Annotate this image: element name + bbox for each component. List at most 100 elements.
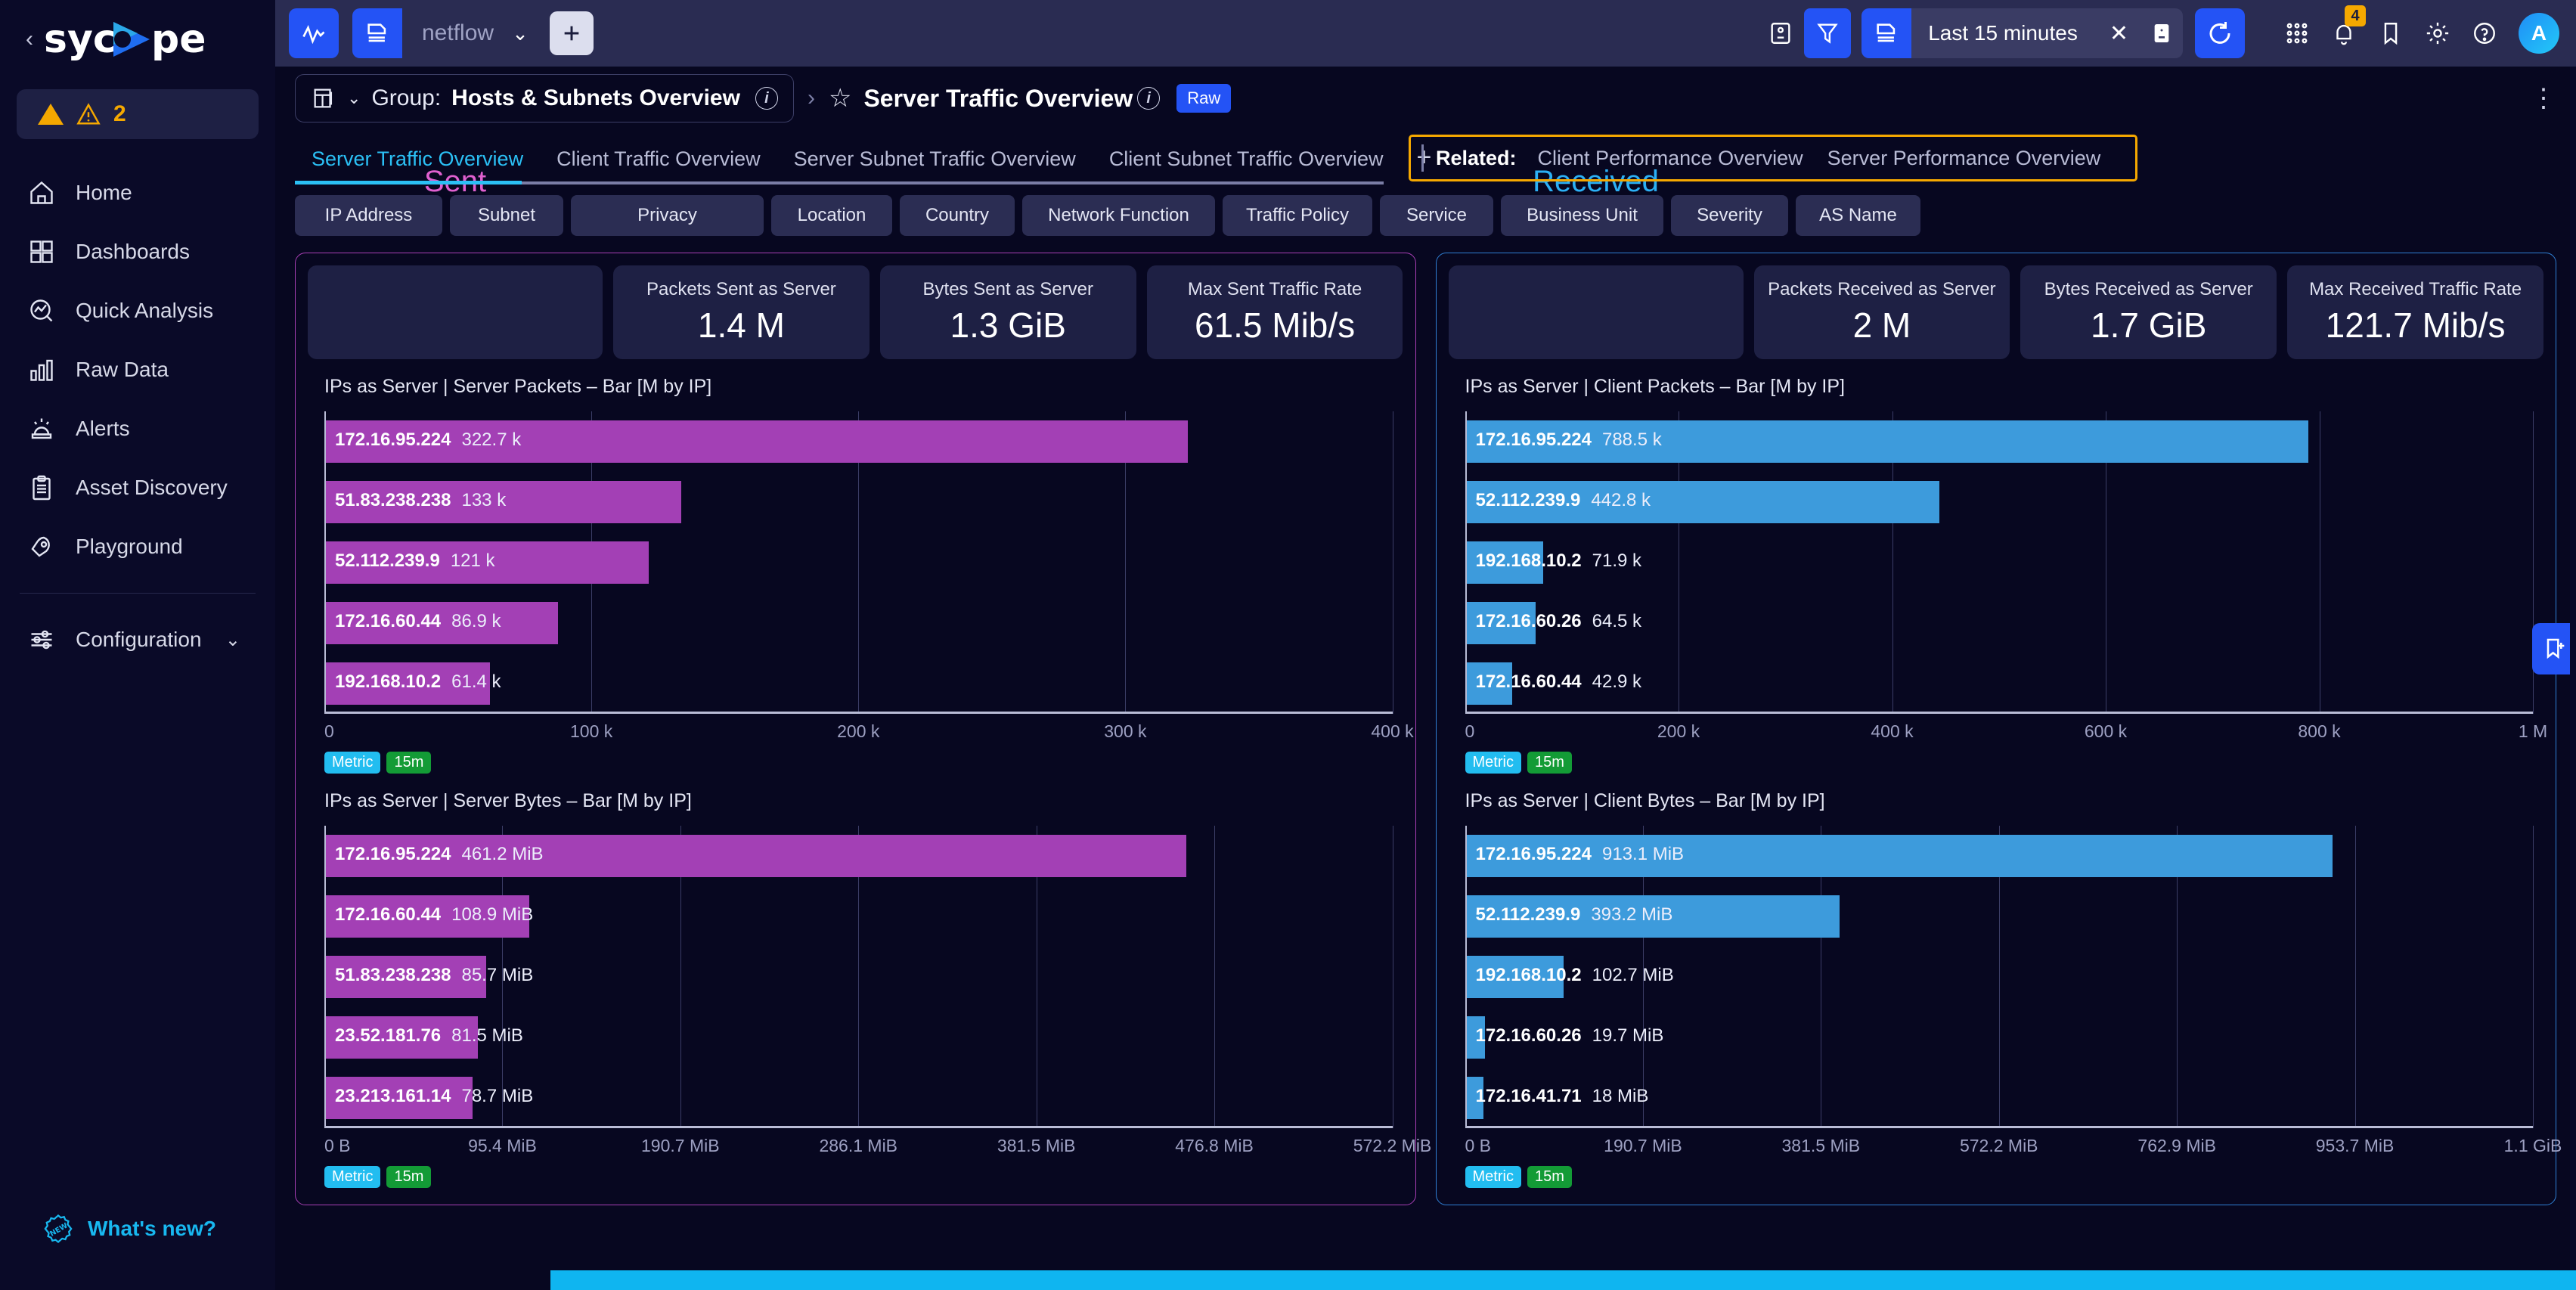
sidebar-item-playground[interactable]: Playground bbox=[0, 517, 275, 576]
chip-traffic-policy[interactable]: Traffic Policy bbox=[1223, 195, 1372, 236]
related-link-server-performance-overview[interactable]: Server Performance Overview bbox=[1827, 147, 2101, 170]
chevron-down-icon[interactable]: ⌄ bbox=[512, 22, 545, 45]
add-source-button[interactable] bbox=[549, 11, 594, 55]
chart-x-tick: 1.1 GiB bbox=[2503, 1136, 2562, 1155]
badge-interval[interactable]: 15m bbox=[1527, 752, 1572, 774]
kpi-direction-received[interactable]: Received bbox=[1448, 165, 1744, 359]
chip-ip-address[interactable]: IP Address bbox=[295, 195, 442, 236]
kpi-direction-sent[interactable]: Sent bbox=[308, 165, 603, 359]
chart-x-tick: 476.8 MiB bbox=[1175, 1136, 1254, 1155]
kpi-packets-sent-as-server[interactable]: Packets Sent as Server 1.4 M bbox=[613, 265, 870, 359]
plus-icon bbox=[564, 26, 579, 41]
data-source-selector[interactable]: netflow ⌄ bbox=[352, 8, 545, 58]
chip-location[interactable]: Location bbox=[771, 195, 892, 236]
sidebar-item-configuration[interactable]: Configuration ⌄ bbox=[0, 610, 275, 669]
kpi-max-received-traffic-rate[interactable]: Max Received Traffic Rate 121.7 Mib/s bbox=[2287, 265, 2543, 359]
chart-bar-category: 172.16.95.224 bbox=[335, 844, 451, 864]
filter-button[interactable] bbox=[1804, 8, 1852, 58]
chart-x-tick: 190.7 MiB bbox=[641, 1136, 720, 1155]
chart-bar-category: 172.16.60.44 bbox=[1475, 671, 1582, 692]
chart-x-axis-line bbox=[1465, 712, 2533, 714]
kpi-bytes-sent-as-server[interactable]: Bytes Sent as Server 1.3 GiB bbox=[879, 265, 1136, 359]
kpi-bytes-received-as-server[interactable]: Bytes Received as Server 1.7 GiB bbox=[2020, 265, 2277, 359]
dashboard-tabs: Server Traffic Overview Client Traffic O… bbox=[275, 130, 2576, 185]
badge-interval[interactable]: 15m bbox=[1527, 1166, 1572, 1188]
chart-bar-category: 52.112.239.9 bbox=[1475, 904, 1581, 925]
bookmarks-button[interactable] bbox=[2367, 8, 2414, 58]
sidebar-item-home[interactable]: Home bbox=[0, 163, 275, 222]
user-avatar[interactable]: A bbox=[2519, 13, 2559, 54]
group-info-icon[interactable]: i bbox=[755, 87, 778, 110]
chip-severity[interactable]: Severity bbox=[1671, 195, 1788, 236]
notifications-button[interactable]: 4 bbox=[2320, 5, 2367, 58]
chart-plot[interactable]: 172.16.95.224 461.2 MiB 172.16.60.44 108.9 … bbox=[324, 826, 1393, 1128]
sidebar-item-dashboards[interactable]: Dashboards bbox=[0, 222, 275, 281]
save-filter-button[interactable] bbox=[1757, 8, 1804, 58]
chip-as-name[interactable]: AS Name bbox=[1796, 195, 1920, 236]
tab-client-traffic-overview[interactable]: Client Traffic Overview bbox=[540, 147, 777, 185]
apps-grid-icon bbox=[2286, 23, 2308, 44]
chart-x-tick: 600 k bbox=[2084, 721, 2128, 741]
tab-server-subnet-traffic-overview[interactable]: Server Subnet Traffic Overview bbox=[777, 147, 1093, 185]
time-range-selector[interactable]: Last 15 minutes ✕ bbox=[1861, 8, 2183, 58]
chip-network-function[interactable]: Network Function bbox=[1022, 195, 1215, 236]
chart-plot[interactable]: 172.16.95.224 788.5 k 52.112.239.9 442.8 k 1… bbox=[1465, 411, 2534, 714]
chart-bar-value: 788.5 k bbox=[1601, 429, 1662, 450]
save-time-range-icon[interactable] bbox=[2140, 8, 2183, 58]
chart-x-tick: 953.7 MiB bbox=[2315, 1136, 2395, 1155]
sidebar-item-raw-data[interactable]: Raw Data bbox=[0, 340, 275, 399]
sidebar-item-quick-analysis[interactable]: Quick Analysis bbox=[0, 281, 275, 340]
panel-received: Received Packets Received as Server 2 M … bbox=[1435, 165, 2562, 1205]
related-link-client-performance-overview[interactable]: Client Performance Overview bbox=[1538, 147, 1803, 170]
refresh-button[interactable] bbox=[2195, 8, 2245, 58]
whats-new-link[interactable]: NEW What's new? bbox=[42, 1213, 216, 1245]
new-badge-icon: NEW bbox=[44, 1214, 73, 1243]
group-selector[interactable]: ⌄ Group: Hosts & Subnets Overview i bbox=[295, 74, 794, 122]
page-info-icon[interactable]: i bbox=[1137, 87, 1161, 110]
alert-summary[interactable]: 2 bbox=[17, 89, 259, 139]
chart-x-tick: 286.1 MiB bbox=[819, 1136, 898, 1155]
brand-logo[interactable]: ‹ syc pe bbox=[0, 0, 275, 79]
chevron-down-icon[interactable]: ⌄ bbox=[225, 629, 240, 651]
badge-metric[interactable]: Metric bbox=[324, 1166, 381, 1188]
kpi-label: Bytes Received as Server bbox=[2044, 279, 2253, 299]
favorite-star-icon[interactable]: ☆ bbox=[829, 83, 851, 113]
kpi-row-received: Received Packets Received as Server 2 M … bbox=[1448, 165, 2544, 359]
chip-service[interactable]: Service bbox=[1380, 195, 1493, 236]
bookmark-add-icon bbox=[2547, 638, 2565, 659]
settings-button[interactable] bbox=[2414, 8, 2461, 58]
chevron-down-icon[interactable]: ⌄ bbox=[347, 88, 361, 108]
kpi-label: Packets Received as Server bbox=[1768, 279, 1996, 299]
chart-bar-category: 192.168.10.2 bbox=[1475, 550, 1582, 571]
kpi-max-sent-traffic-rate[interactable]: Max Sent Traffic Rate 61.5 Mib/s bbox=[1146, 265, 1403, 359]
chart-bar-category: 192.168.10.2 bbox=[335, 671, 442, 692]
collapse-sidebar-icon[interactable]: ‹ bbox=[26, 28, 33, 51]
tab-server-traffic-overview[interactable]: Server Traffic Overview bbox=[295, 147, 540, 185]
chart-bar-value: 64.5 k bbox=[1592, 611, 1642, 631]
chart-plot[interactable]: 172.16.95.224 322.7 k 51.83.238.238 133 k 52… bbox=[324, 411, 1393, 714]
chart-bar-label: 192.168.10.2 71.9 k bbox=[1476, 550, 1642, 572]
vertical-scrollbar[interactable] bbox=[2570, 67, 2576, 1270]
chart-bar-value: 121 k bbox=[450, 550, 495, 571]
activity-pulse-button[interactable] bbox=[289, 8, 339, 58]
sidebar-item-alerts[interactable]: Alerts bbox=[0, 399, 275, 458]
chart-plot[interactable]: 172.16.95.224 913.1 MiB 52.112.239.9 393.2 … bbox=[1465, 826, 2534, 1128]
help-button[interactable] bbox=[2461, 8, 2508, 58]
analysis-magnifier-icon bbox=[27, 296, 56, 325]
chart-bar-label: 52.112.239.9 393.2 MiB bbox=[1476, 904, 1673, 926]
apps-button[interactable] bbox=[2274, 8, 2320, 58]
chip-country[interactable]: Country bbox=[900, 195, 1015, 236]
kpi-packets-received-as-server[interactable]: Packets Received as Server 2 M bbox=[1753, 265, 2010, 359]
tab-client-subnet-traffic-overview[interactable]: Client Subnet Traffic Overview bbox=[1093, 147, 1400, 185]
badge-metric[interactable]: Metric bbox=[1465, 752, 1521, 774]
more-vertical-icon[interactable]: ⋮ bbox=[2531, 85, 2556, 111]
badge-metric[interactable]: Metric bbox=[324, 752, 381, 774]
clear-time-range-icon[interactable]: ✕ bbox=[2097, 20, 2140, 47]
chip-privacy[interactable]: Privacy bbox=[571, 195, 764, 236]
sidebar-item-asset-discovery[interactable]: Asset Discovery bbox=[0, 458, 275, 517]
time-range-label: Last 15 minutes bbox=[1928, 21, 2078, 45]
badge-interval[interactable]: 15m bbox=[386, 752, 432, 774]
chart-x-tick: 800 k bbox=[2298, 721, 2341, 741]
badge-metric[interactable]: Metric bbox=[1465, 1166, 1521, 1188]
badge-interval[interactable]: 15m bbox=[386, 1166, 432, 1188]
